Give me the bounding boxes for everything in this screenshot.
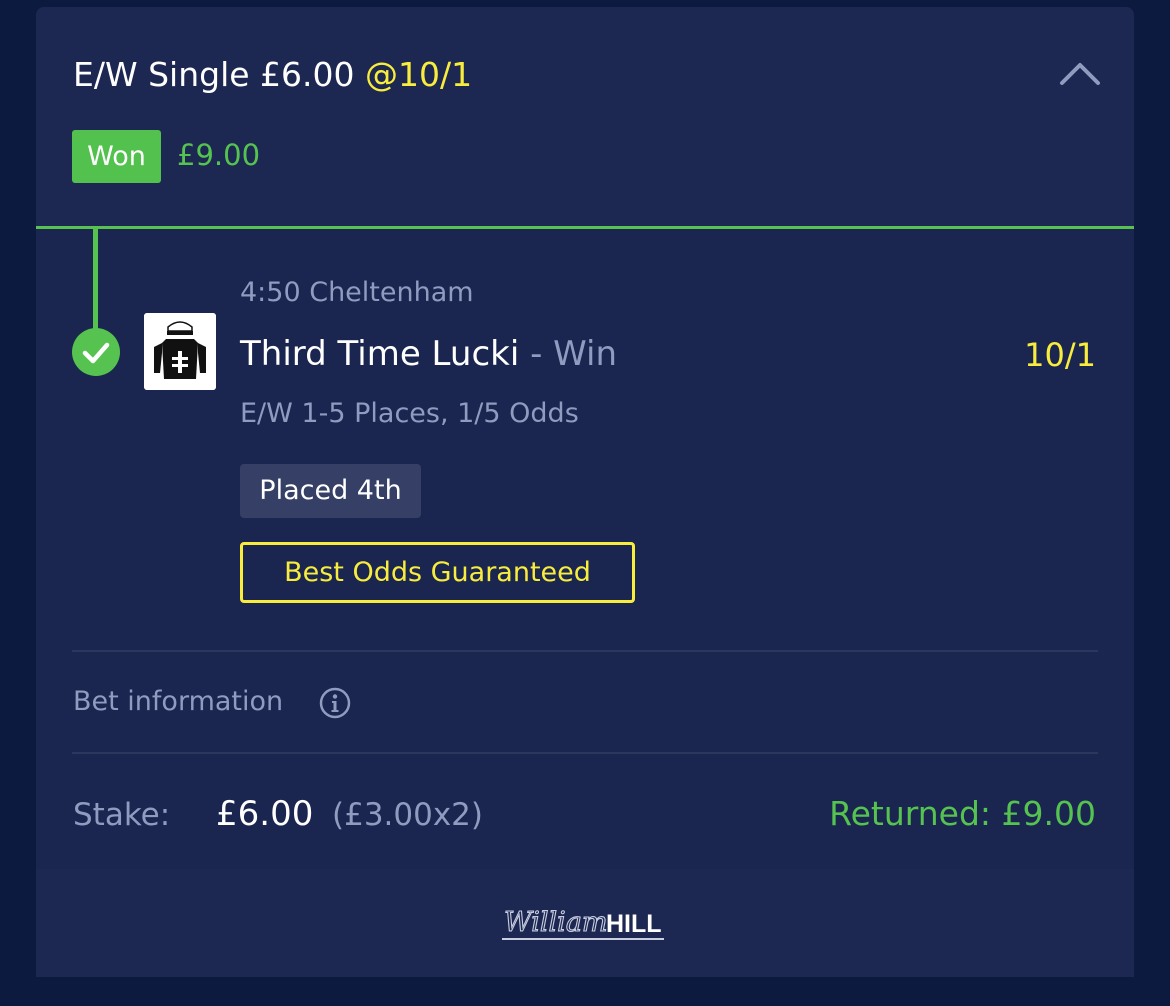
stake-split: (£3.00x2) (332, 797, 484, 833)
result-badge: Placed 4th (240, 464, 421, 518)
best-odds-guaranteed-badge: Best Odds Guaranteed (240, 542, 635, 603)
bet-odds: @10/1 (365, 55, 473, 94)
selection-name: Third Time Lucki - Win (240, 334, 617, 374)
each-way-terms: E/W 1-5 Places, 1/5 Odds (240, 398, 579, 429)
returned-amount: Returned: £9.00 (829, 794, 1096, 833)
svg-text:William: William (504, 907, 608, 938)
status-badge: Won (72, 130, 161, 183)
chevron-up-icon[interactable] (1058, 55, 1102, 89)
bet-header[interactable]: E/W Single £6.00 @10/1 Won £9.00 (36, 7, 1134, 226)
stake-value: £6.00 (216, 794, 314, 834)
divider (72, 650, 1098, 652)
svg-text:HILL: HILL (606, 910, 662, 938)
race-name: 4:50 Cheltenham (240, 277, 474, 308)
horse-name: Third Time Lucki (240, 334, 520, 374)
jockey-silks-icon (144, 313, 216, 390)
footer: William HILL (36, 869, 1134, 977)
stake-label: Stake: (73, 797, 171, 833)
selection-odds: 10/1 (1024, 336, 1096, 374)
timeline-line (93, 229, 98, 337)
check-circle-icon (72, 328, 120, 376)
bet-type: E/W Single £6.00 (73, 55, 355, 94)
bet-title: E/W Single £6.00 @10/1 (73, 55, 472, 94)
divider (72, 752, 1098, 754)
bet-information-label[interactable]: Bet information (73, 686, 283, 717)
status-amount: £9.00 (177, 138, 261, 172)
william-hill-logo: William HILL (502, 906, 664, 940)
market-name: - Win (519, 334, 618, 374)
bet-card: E/W Single £6.00 @10/1 Won £9.00 4:50 Ch… (36, 7, 1134, 869)
header-divider (36, 226, 1134, 229)
info-icon[interactable] (319, 687, 351, 719)
